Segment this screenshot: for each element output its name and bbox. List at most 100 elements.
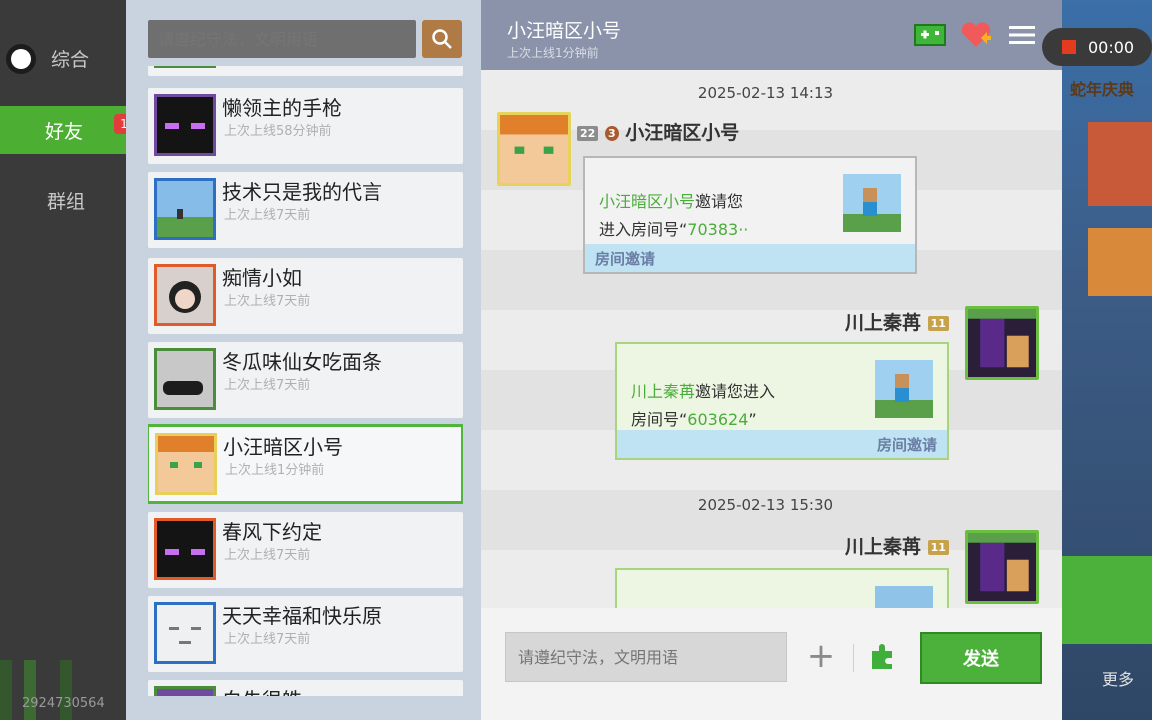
friend-search[interactable] (148, 20, 416, 58)
nav-item-label: 群组 (46, 190, 85, 213)
avatar (154, 602, 216, 664)
room-invite-card[interactable]: 小汪暗区小号邀请您 进入房间号“70383·· 房间邀请 (583, 156, 917, 274)
invite-footer: 房间邀请 (617, 430, 947, 458)
nav-item-general[interactable]: 综合 (0, 34, 132, 82)
message-timestamp: 2025-02-13 15:30 (697, 496, 834, 514)
chat-subtitle: 上次上线1分钟前 (507, 46, 599, 60)
divider (853, 644, 854, 672)
friend-name: 冬瓜味仙女吃面条 (222, 350, 382, 374)
nav-item-label: 好友 (44, 120, 83, 143)
friend-name: 春风下约定 (222, 520, 322, 544)
record-icon (1062, 40, 1076, 54)
chat-panel: 小汪暗区小号 上次上线1分钟前 2025-02-13 14:13 22 3 小汪… (481, 0, 1062, 720)
inviter-name: 川上秦苒 (631, 382, 696, 401)
friend-status: 上次上线7天前 (224, 294, 311, 309)
sender-name: 川上秦苒 (845, 312, 922, 334)
alex-avatar-icon (158, 436, 214, 492)
enderman-avatar-icon (157, 521, 213, 577)
recording-time: 00:00 (1088, 37, 1135, 57)
room-invite-card[interactable] (615, 568, 949, 608)
nav-item-friends[interactable]: 好友 (0, 106, 132, 154)
photo-avatar-icon (157, 267, 213, 323)
avatar[interactable] (965, 530, 1039, 604)
running-steve-icon (843, 174, 901, 232)
message-timestamp: 2025-02-13 14:13 (697, 84, 834, 102)
game-tile (1062, 556, 1152, 644)
game-controller-button[interactable] (913, 20, 947, 50)
portal-avatar-icon (968, 309, 1036, 377)
avatar (154, 518, 216, 580)
alex-avatar-icon (500, 115, 568, 183)
friend-name: 小汪暗区小号 (223, 435, 343, 459)
portal-avatar-icon (968, 533, 1036, 601)
left-nav: 综合 好友 群组 2924730564 (0, 0, 132, 720)
invite-text: 进入房间号“ (599, 220, 688, 239)
message-sender: 川上秦苒 11 (845, 308, 949, 335)
chat-input-bar: + 发送 (481, 608, 1062, 720)
message-input-wrap[interactable] (505, 632, 787, 682)
gamepad-icon (914, 24, 946, 46)
puzzle-button[interactable] (865, 638, 901, 674)
level-badge: 11 (927, 540, 949, 555)
room-invite-card[interactable]: 川上秦苒邀请您进入 房间号“603624” 房间邀请 (615, 342, 949, 460)
running-steve-icon (875, 360, 933, 418)
invite-line-2: 房间号“603624” (631, 406, 757, 430)
message-input[interactable] (518, 647, 786, 667)
avatar (154, 66, 216, 68)
invite-text: ” (748, 410, 757, 429)
ghost-avatar-icon (157, 605, 213, 661)
invite-footer: 房间邀请 (585, 244, 915, 272)
invite-text: 邀请您进入 (695, 382, 776, 401)
message-sender: 22 3 小汪暗区小号 (577, 118, 739, 145)
nav-item-groups[interactable]: 群组 (0, 176, 132, 224)
sender-name: 川上秦苒 (845, 536, 922, 558)
friend-list: 懒领主的手枪 上次上线58分钟前 技术只是我的代言 上次上线7天前 痴情小如 上… (148, 66, 463, 696)
enderman-avatar-icon (157, 97, 213, 153)
friend-search-input[interactable] (158, 29, 416, 49)
avatar (154, 686, 216, 696)
friend-item[interactable]: 痴情小如 上次上线7天前 (148, 258, 463, 334)
chat-messages[interactable]: 2025-02-13 14:13 22 3 小汪暗区小号 小汪暗区小号邀请您 进… (481, 70, 1062, 608)
friend-status: 上次上线7天前 (224, 548, 311, 563)
friend-name: 痴情小如 (222, 266, 302, 290)
level-badge: 11 (927, 316, 949, 331)
menu-button[interactable] (1005, 20, 1039, 50)
friend-name: 天天幸福和快乐原 (222, 604, 382, 628)
friend-item-selected[interactable]: 小汪暗区小号 上次上线1分钟前 (148, 424, 463, 504)
friend-item[interactable]: 冬瓜味仙女吃面条 上次上线7天前 (148, 342, 463, 418)
room-thumbnail (843, 174, 901, 232)
avatar[interactable] (965, 306, 1039, 380)
room-thumbnail (875, 360, 933, 418)
room-number: 603624 (687, 410, 749, 429)
avatar[interactable] (497, 112, 571, 186)
search-icon (432, 29, 452, 49)
friend-item[interactable]: 白先很皓 (148, 680, 463, 696)
invite-text: 房间号“ (631, 410, 688, 429)
gift-heart-button[interactable] (959, 20, 993, 50)
friend-name: 懒领主的手枪 (222, 96, 342, 120)
friend-name: 白先很皓 (222, 684, 302, 696)
friend-item[interactable]: 春风下约定 上次上线7天前 (148, 512, 463, 588)
friend-status: 上次上线58分钟前 (224, 124, 332, 139)
friend-item[interactable]: 天天幸福和快乐原 上次上线7天前 (148, 596, 463, 672)
friend-status: 上次上线1分钟前 (225, 463, 325, 478)
recording-indicator[interactable]: 00:00 (1042, 28, 1152, 66)
friend-item[interactable]: 技术只是我的代言 上次上线7天前 (148, 172, 463, 248)
landscape-avatar-icon (157, 181, 213, 237)
plus-icon: + (806, 636, 836, 676)
room-thumbnail (875, 586, 933, 608)
message-sender: 川上秦苒 11 (845, 532, 949, 559)
friend-item[interactable]: 懒领主的手枪 上次上线58分钟前 (148, 88, 463, 164)
avatar (154, 178, 216, 240)
event-character (1088, 228, 1152, 296)
friend-status: 上次上线7天前 (224, 378, 311, 393)
search-button[interactable] (422, 20, 462, 58)
event-banner-text: 蛇年庆典 (1070, 80, 1135, 99)
shoes-avatar-icon (157, 351, 213, 407)
friend-status: 上次上线7天前 (224, 632, 311, 647)
event-character (1088, 122, 1152, 206)
friend-item[interactable] (148, 66, 463, 76)
add-attachment-button[interactable]: + (803, 636, 839, 676)
menu-icon (1009, 26, 1035, 44)
send-button[interactable]: 发送 (920, 632, 1042, 684)
